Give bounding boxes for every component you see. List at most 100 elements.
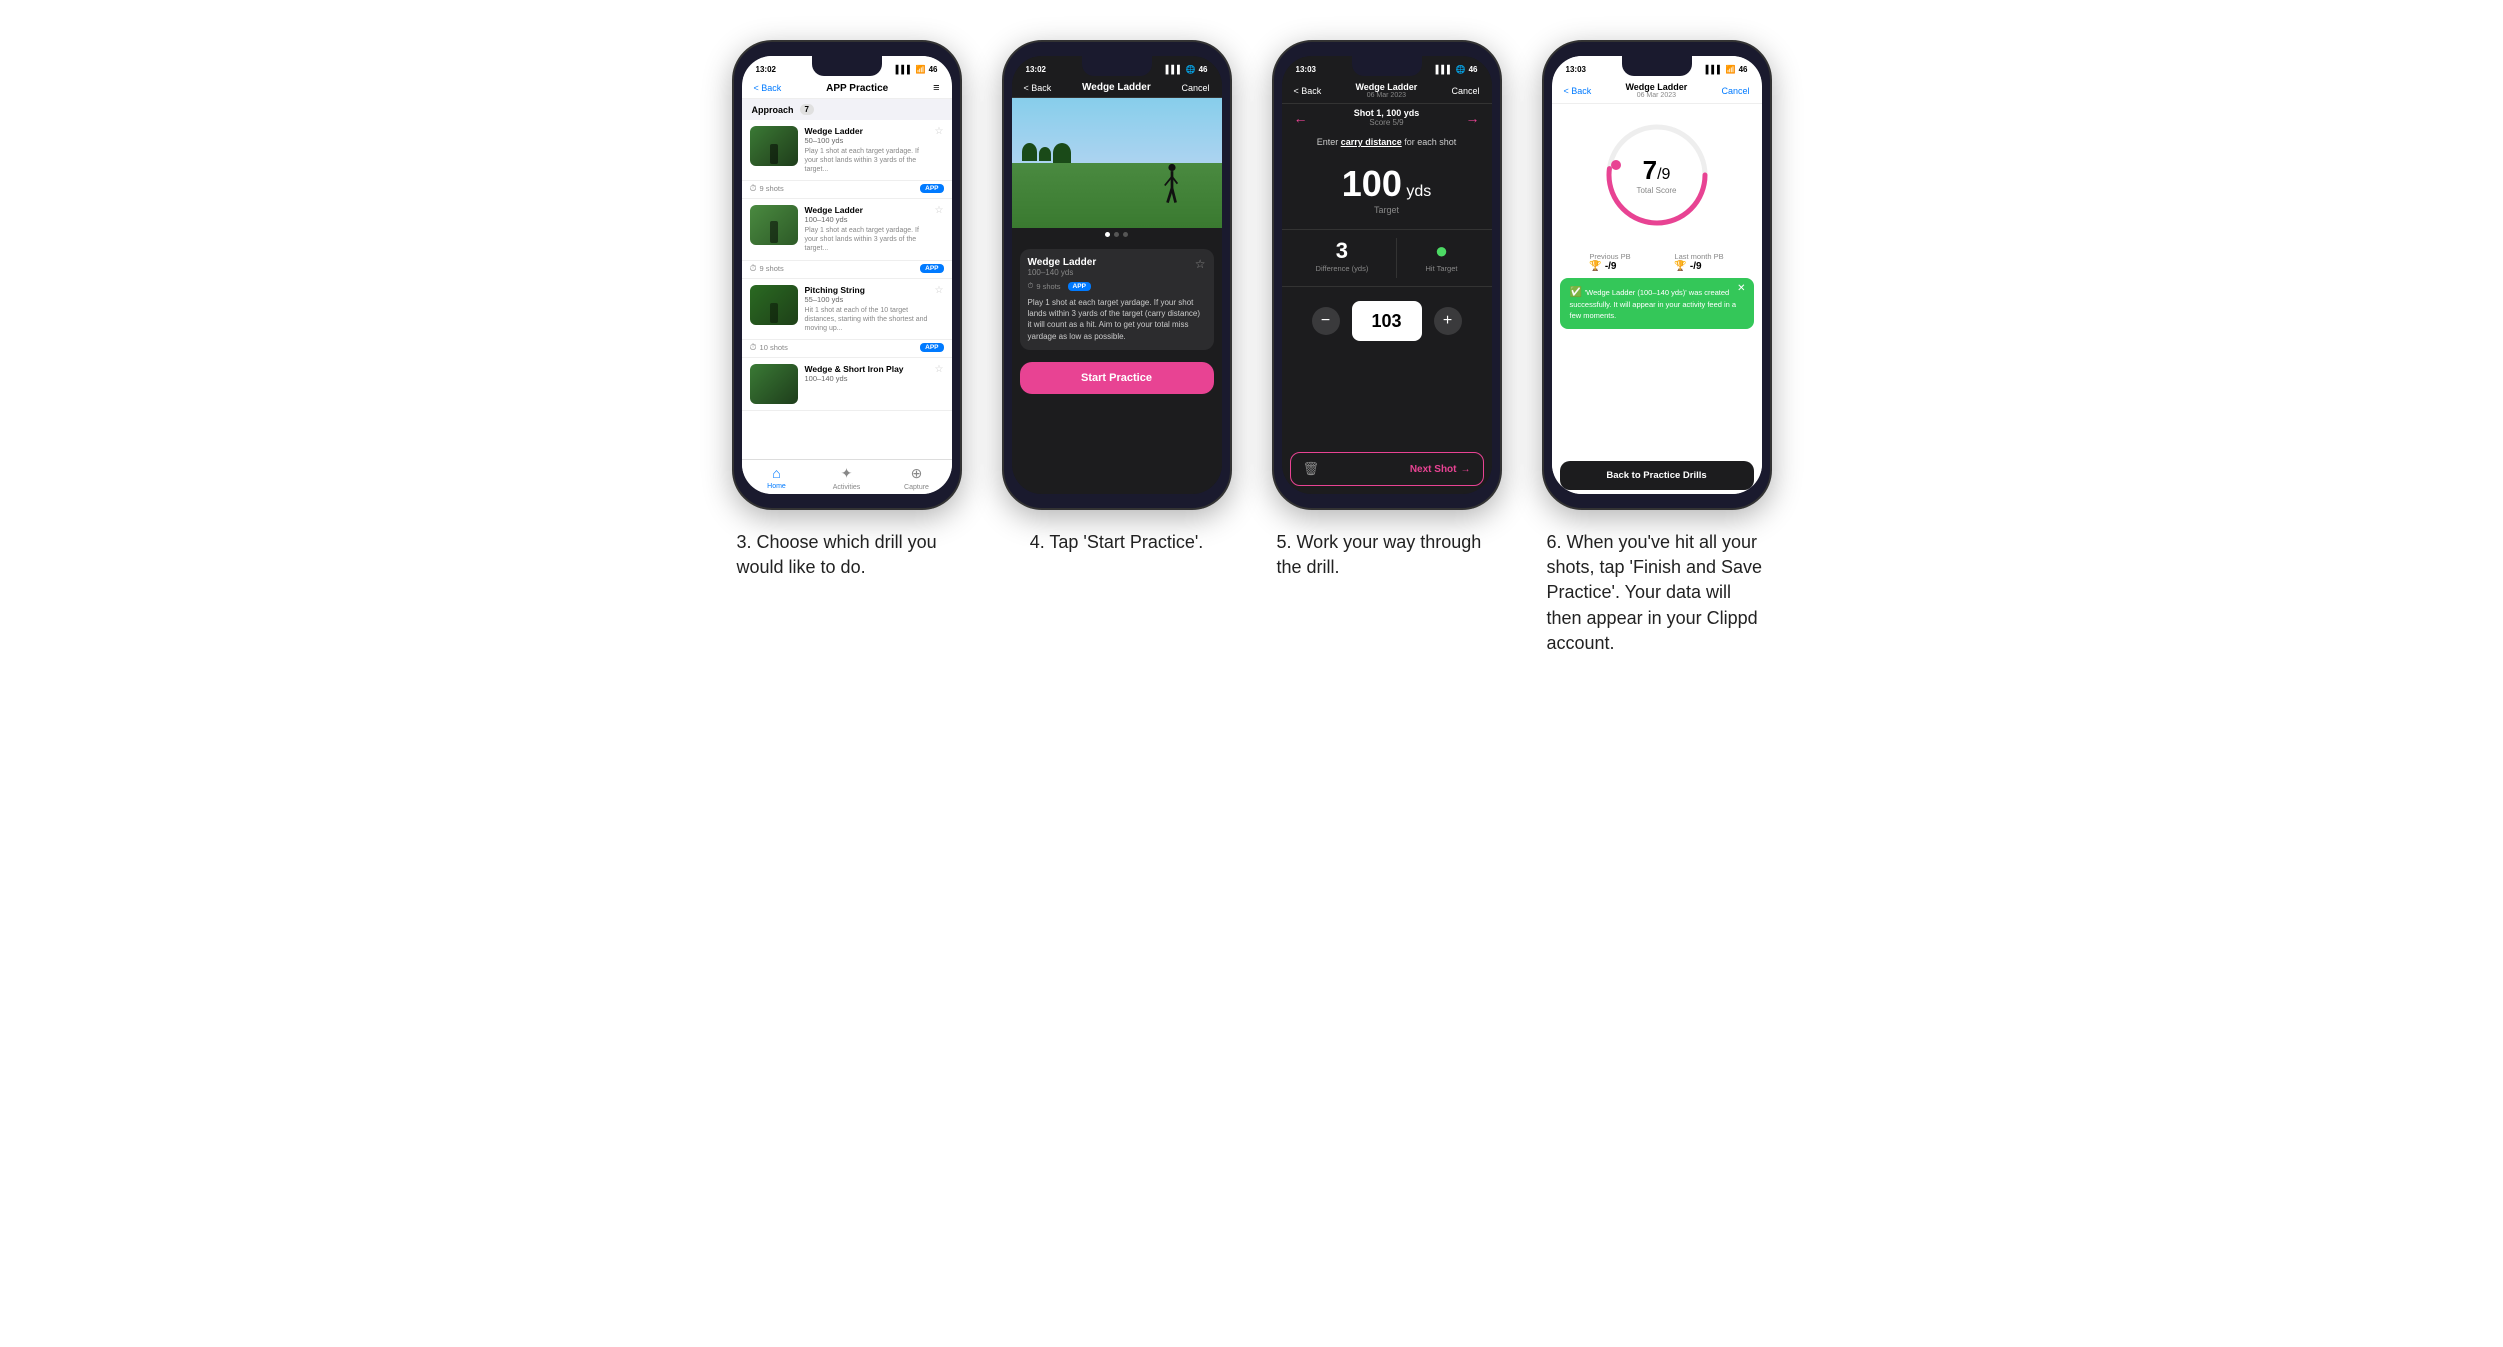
- drill-range-2: 100–140 yds: [805, 215, 928, 224]
- score-denom: /9: [1657, 166, 1670, 183]
- difference-val: 3: [1316, 238, 1369, 264]
- shot-metrics: 3 Difference (yds) ● Hit Target: [1282, 229, 1492, 287]
- cancel-btn4[interactable]: Cancel: [1181, 83, 1209, 93]
- tab-activities[interactable]: ✦ Activities: [812, 465, 882, 491]
- phone5-container: 13:03 ▌▌▌ 🌐 46 < Back Wedge Ladder 06 Ma…: [1267, 40, 1507, 580]
- golfer-silhouette: [1162, 163, 1182, 208]
- prev-shot-btn[interactable]: ←: [1294, 110, 1308, 126]
- prev-pb-label: Previous PB: [1589, 252, 1630, 261]
- star-icon-3[interactable]: ☆: [935, 285, 944, 296]
- battery-icon: 46: [929, 65, 938, 74]
- nav-title5-l2: 06 Mar 2023: [1355, 92, 1417, 99]
- wifi-icon: 📶: [916, 65, 926, 74]
- next-shot-arrow-btn[interactable]: →: [1466, 110, 1480, 126]
- previous-pb: Previous PB 🏆 -/9: [1589, 252, 1630, 272]
- back-practice-btn[interactable]: Back to Practice Drills: [1560, 461, 1754, 490]
- carry-label: Enter carry distance for each shot: [1282, 131, 1492, 153]
- star-icon-1[interactable]: ☆: [935, 126, 944, 137]
- phone3-container: 13:02 ▌▌▌ 📶 46 < Back APP Practice ≡ App…: [727, 40, 967, 580]
- metric-divider: [1396, 238, 1397, 278]
- phone4-container: 13:02 ▌▌▌ 🌐 46 < Back Wedge Ladder Cance…: [997, 40, 1237, 555]
- drill-range-3: 55–100 yds: [805, 295, 928, 304]
- drill-item-1[interactable]: Wedge Ladder 50–100 yds Play 1 shot at e…: [742, 120, 952, 181]
- prev-pb-val: 🏆 -/9: [1589, 261, 1630, 272]
- last-month-pb-val: 🏆 -/9: [1674, 261, 1723, 272]
- star-icon-2[interactable]: ☆: [935, 205, 944, 216]
- drill-desc-2: Play 1 shot at each target yardage. If y…: [805, 226, 928, 253]
- trash-icon[interactable]: 🗑: [1303, 461, 1320, 477]
- prev-pb-value: -/9: [1605, 261, 1617, 272]
- next-shot-btn[interactable]: Next Shot →: [1410, 464, 1471, 475]
- nav-title6-l2: 06 Mar 2023: [1625, 92, 1687, 99]
- time6: 13:03: [1566, 65, 1586, 74]
- cancel-btn5[interactable]: Cancel: [1451, 86, 1479, 96]
- status-icons5: ▌▌▌ 🌐 46: [1436, 65, 1478, 74]
- star-icon-detail[interactable]: ☆: [1195, 257, 1206, 271]
- time5: 13:03: [1296, 65, 1316, 74]
- success-toast: ✅ 'Wedge Ladder (100–140 yds)' was creat…: [1560, 278, 1754, 329]
- battery5: 46: [1469, 65, 1478, 74]
- score-circle: 7/9 Total Score: [1602, 120, 1712, 230]
- activities-icon: ✦: [841, 465, 853, 482]
- last-month-pb: Last month PB 🏆 -/9: [1674, 252, 1723, 272]
- menu-icon3[interactable]: ≡: [933, 82, 939, 94]
- wifi5: 🌐: [1456, 65, 1466, 74]
- drill-detail-desc: Play 1 shot at each target yardage. If y…: [1028, 297, 1206, 342]
- drill-info-1: Wedge Ladder 50–100 yds Play 1 shot at e…: [805, 126, 928, 174]
- phone6-content: 7/9 Total Score Previous PB 🏆 -/9: [1552, 104, 1762, 494]
- target-yds: 100: [1342, 163, 1402, 204]
- shots-label-3: 10 shots: [760, 343, 788, 352]
- nav6: < Back Wedge Ladder 06 Mar 2023 Cancel: [1552, 78, 1762, 104]
- drill-item-3[interactable]: Pitching String 55–100 yds Hit 1 shot at…: [742, 279, 952, 340]
- tab-capture[interactable]: ⊕ Capture: [882, 465, 952, 491]
- trophy-icon-prev: 🏆: [1589, 261, 1601, 272]
- clock-icon-2: ⏱: [750, 263, 757, 274]
- caption-4: 4. Tap 'Start Practice'.: [1030, 530, 1204, 555]
- shot-nav: ← Shot 1, 100 yds Score 5/9 →: [1282, 104, 1492, 131]
- toast-message: 'Wedge Ladder (100–140 yds)' was created…: [1570, 288, 1737, 320]
- clock-icon-1: ⏱: [750, 183, 757, 194]
- back-btn3[interactable]: < Back: [754, 83, 782, 93]
- hit-target-icon: ●: [1425, 238, 1457, 264]
- input-value[interactable]: 103: [1352, 301, 1422, 341]
- spacer6: [1552, 335, 1762, 457]
- shots-label-2: 9 shots: [760, 264, 784, 273]
- next-shot-bar[interactable]: 🗑 Next Shot →: [1290, 452, 1484, 486]
- status-icons4: ▌▌▌ 🌐 46: [1166, 65, 1208, 74]
- tab-home[interactable]: ⌂ Home: [742, 465, 812, 491]
- check-icon-toast: ✅: [1570, 287, 1585, 298]
- cancel-btn6[interactable]: Cancel: [1721, 86, 1749, 96]
- drill-detail-range: 100–140 yds: [1028, 268, 1097, 277]
- score-text: 7/9 Total Score: [1636, 155, 1676, 195]
- star-icon-4[interactable]: ☆: [935, 364, 944, 375]
- score-circle-area: 7/9 Total Score: [1552, 104, 1762, 246]
- back-btn4[interactable]: < Back: [1024, 83, 1052, 93]
- decrement-btn[interactable]: −: [1312, 307, 1340, 335]
- drill-thumb-3: [750, 285, 798, 325]
- tab-capture-label: Capture: [904, 484, 929, 491]
- drill-info-2: Wedge Ladder 100–140 yds Play 1 shot at …: [805, 205, 928, 253]
- drill-name-4: Wedge & Short Iron Play: [805, 364, 928, 374]
- back-btn6[interactable]: < Back: [1564, 86, 1592, 96]
- back-btn5[interactable]: < Back: [1294, 86, 1322, 96]
- toast-close-btn[interactable]: ✕: [1737, 282, 1745, 296]
- drill-detail-namerange: Wedge Ladder 100–140 yds: [1028, 257, 1097, 277]
- start-practice-btn[interactable]: Start Practice: [1020, 362, 1214, 394]
- next-shot-arrow: →: [1461, 464, 1471, 475]
- phone6: 13:03 ▌▌▌ 📶 46 < Back Wedge Ladder 06 Ma…: [1542, 40, 1772, 510]
- ground: [1012, 163, 1222, 228]
- increment-btn[interactable]: +: [1434, 307, 1462, 335]
- notch3: [812, 56, 882, 76]
- drill-item-2[interactable]: Wedge Ladder 100–140 yds Play 1 shot at …: [742, 199, 952, 260]
- clock-icon-detail: ⏱: [1028, 281, 1034, 291]
- nav-title3: APP Practice: [826, 83, 888, 94]
- drill-item-4[interactable]: Wedge & Short Iron Play 100–140 yds ☆: [742, 358, 952, 411]
- tab-home-label: Home: [767, 483, 786, 490]
- nav4: < Back Wedge Ladder Cancel: [1012, 78, 1222, 98]
- notch4: [1082, 56, 1152, 76]
- drill-detail-header: Wedge Ladder 100–140 yds ☆: [1028, 257, 1206, 277]
- shot-title: Shot 1, 100 yds: [1354, 108, 1420, 118]
- drill-range-1: 50–100 yds: [805, 136, 928, 145]
- next-shot-label: Next Shot: [1410, 464, 1457, 475]
- caption-3: 3. Choose which drill you would like to …: [737, 530, 957, 580]
